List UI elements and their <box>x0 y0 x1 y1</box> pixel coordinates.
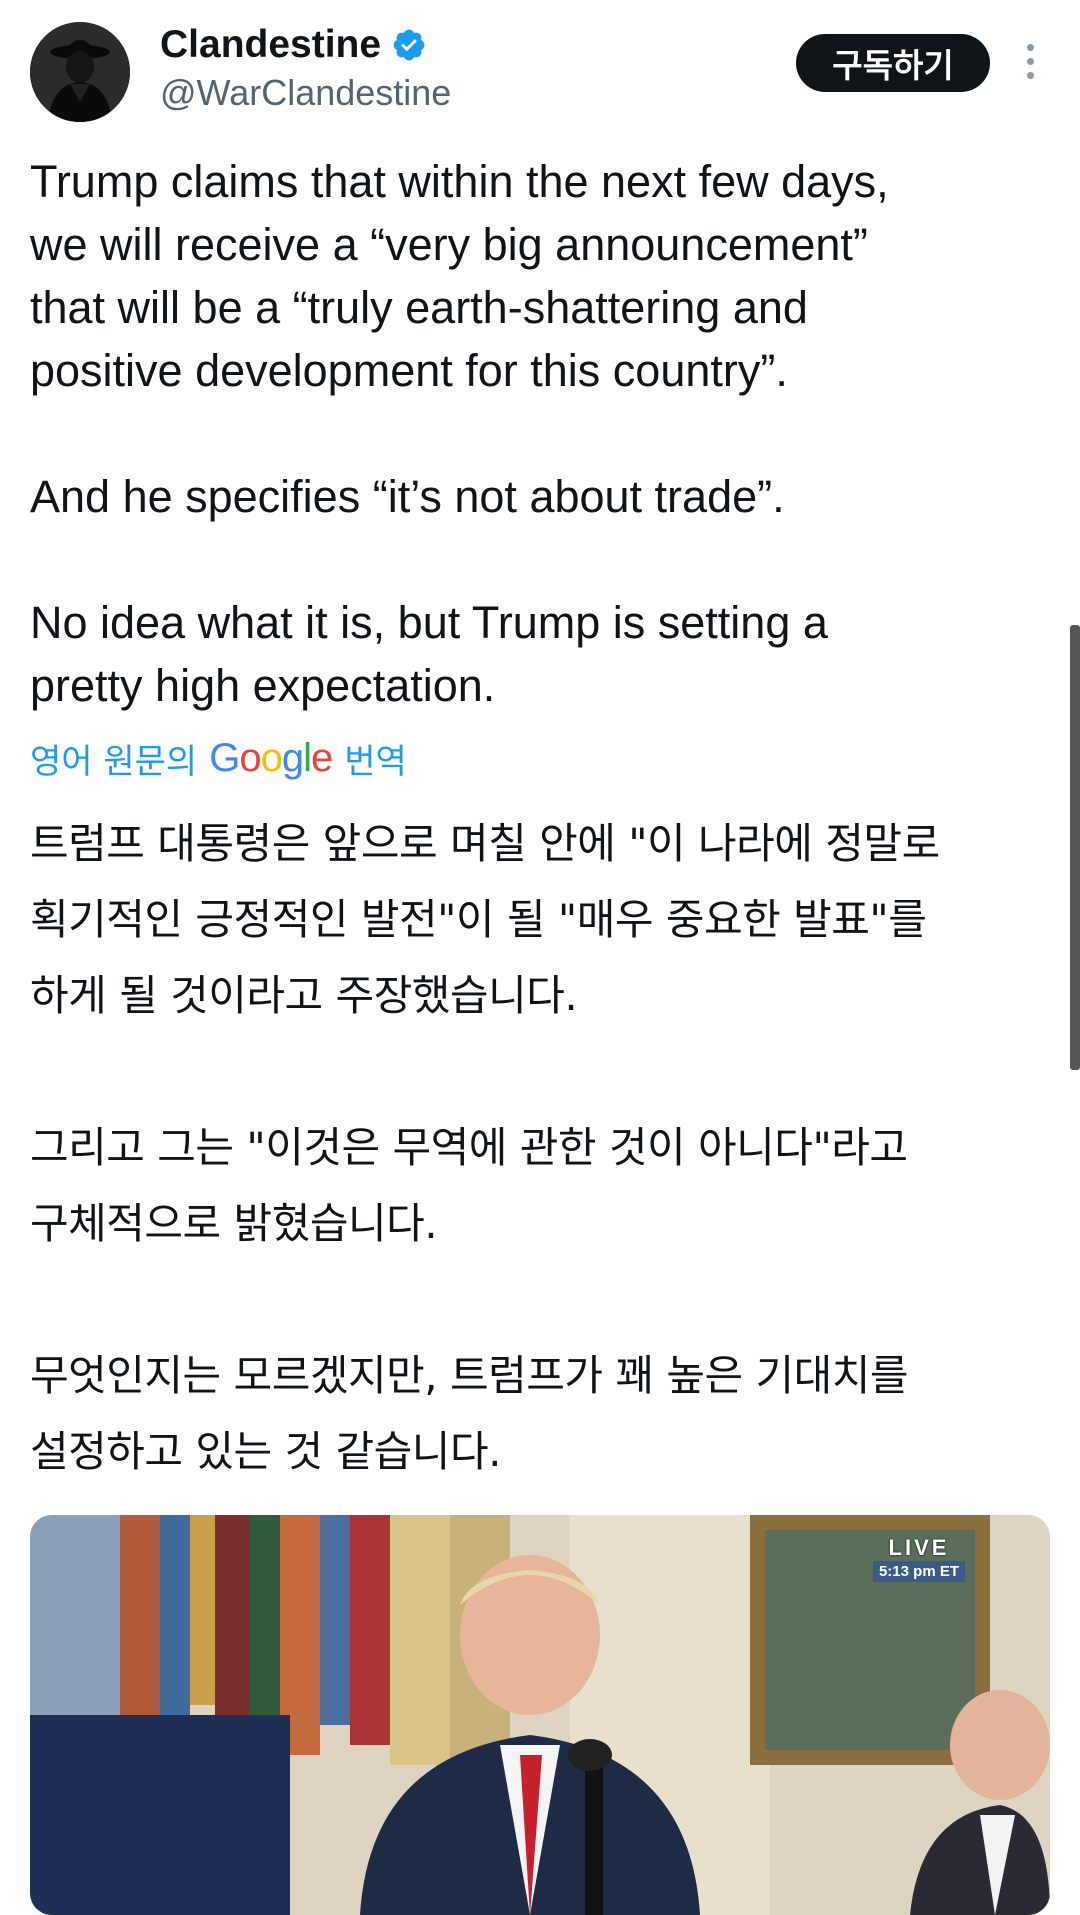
google-logo: Google <box>209 736 333 780</box>
avatar[interactable] <box>30 22 130 122</box>
tweet-media-video[interactable]: LIVE 5:13 pm ET <box>30 1515 1050 1915</box>
author-info: Clandestine @WarClandestine <box>160 20 451 114</box>
translation-prefix: 영어 원문의 <box>30 742 198 782</box>
author-handle[interactable]: @WarClandestine <box>160 72 451 114</box>
live-time: 5:13 pm ET <box>872 1561 965 1582</box>
tweet-text: Trump claims that within the next few da… <box>30 156 889 711</box>
translated-text: 트럼프 대통령은 앞으로 며칠 안에 "이 나라에 정말로 획기적인 긍정적인 … <box>30 819 940 1476</box>
translation-suffix: 번역 <box>344 742 407 782</box>
live-badge: LIVE 5:13 pm ET <box>872 1535 965 1582</box>
translation-attribution[interactable]: 영어 원문의 Google 번역 <box>30 734 407 783</box>
more-options-icon[interactable] <box>1020 44 1040 88</box>
verified-badge-icon <box>393 29 425 61</box>
author-name[interactable]: Clandestine <box>160 23 381 67</box>
live-label: LIVE <box>888 1535 950 1560</box>
subscribe-button[interactable]: 구독하기 <box>796 34 990 92</box>
avatar-silhouette-icon <box>30 22 130 122</box>
scrollbar[interactable] <box>1070 625 1080 1070</box>
